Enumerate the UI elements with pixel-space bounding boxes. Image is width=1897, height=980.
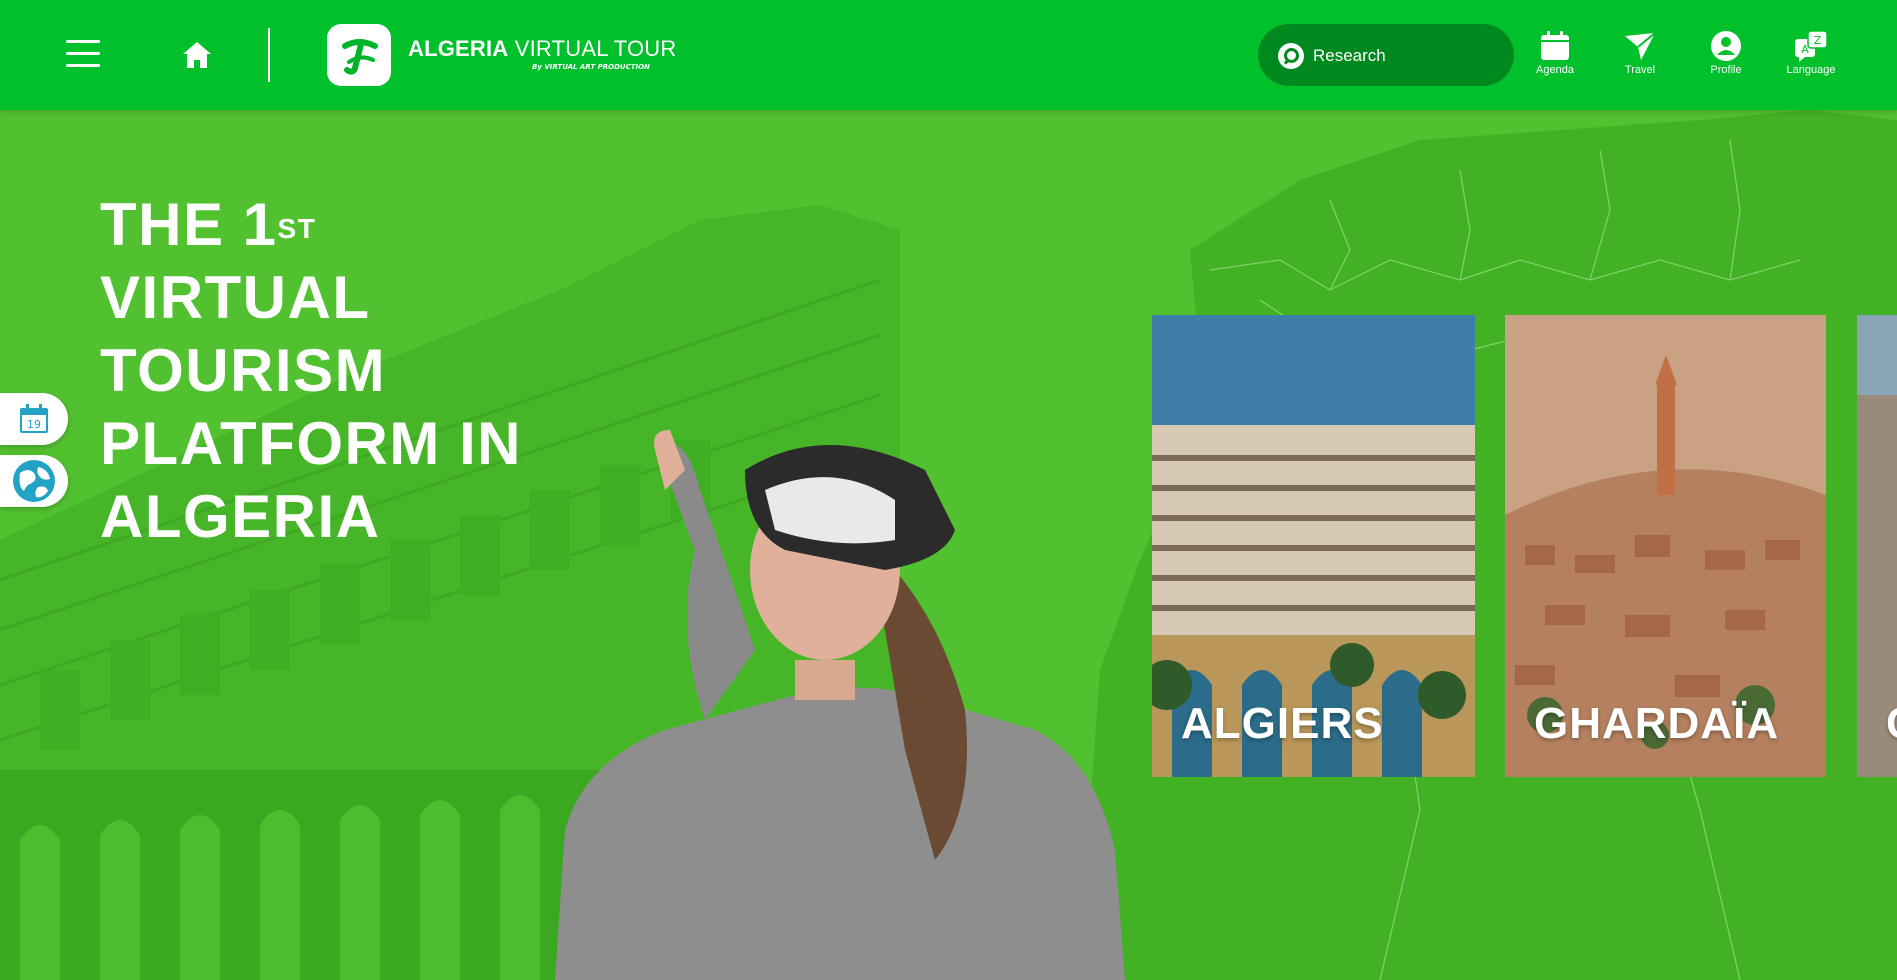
- city-card-algiers[interactable]: ALGIERS: [1152, 315, 1475, 777]
- search-icon[interactable]: [1278, 43, 1304, 69]
- svg-text:A: A: [1801, 43, 1809, 56]
- nav-travel[interactable]: Travel: [1600, 30, 1680, 76]
- logo-byline: By VIRTUAL ART PRODUCTION: [532, 63, 650, 71]
- nav-agenda[interactable]: Agenda: [1515, 30, 1595, 76]
- header-divider: [268, 28, 270, 82]
- top-header: ALGERIA VIRTUAL TOUR By VIRTUAL ART PROD…: [0, 0, 1897, 110]
- logo-brand-rest: VIRTUAL TOUR: [508, 36, 677, 61]
- city-name: ALGIERS: [1181, 699, 1384, 748]
- hamburger-menu-icon[interactable]: [66, 40, 100, 70]
- search-input[interactable]: Research: [1258, 24, 1514, 86]
- hero-title: THE 1ST VIRTUAL TOURISM PLATFORM IN ALGERIA: [100, 188, 522, 553]
- woman-vr-headset-image: [555, 430, 1125, 980]
- svg-text:Z: Z: [1814, 34, 1822, 47]
- city-name: GHARDAÏA: [1534, 699, 1780, 748]
- nav-label: Language: [1786, 64, 1836, 76]
- hero-title-line4: PLATFORM IN: [100, 410, 522, 477]
- hero-title-line5: ALGERIA: [100, 483, 381, 550]
- nav-label: Travel: [1624, 64, 1656, 76]
- side-map-tab[interactable]: [0, 455, 68, 507]
- user-icon: [1711, 31, 1741, 61]
- city-name: C: [1886, 699, 1897, 749]
- calendar-icon: [1541, 31, 1569, 60]
- calendar-day: 19: [27, 418, 41, 431]
- hero-title-line3: TOURISM: [100, 337, 387, 404]
- side-agenda-tab[interactable]: 19: [0, 393, 68, 445]
- hero-title-line1: THE 1: [100, 191, 278, 258]
- logo-icon[interactable]: [327, 24, 391, 86]
- hero-title-superscript: ST: [277, 213, 317, 244]
- hero-section: THE 1ST VIRTUAL TOURISM PLATFORM IN ALGERIA …: [0, 110, 1897, 980]
- city-card-partial[interactable]: C: [1857, 315, 1897, 777]
- logo-title[interactable]: ALGERIA VIRTUAL TOUR: [408, 36, 676, 62]
- nav-profile[interactable]: Profile: [1686, 30, 1766, 76]
- nav-label: Agenda: [1536, 64, 1574, 76]
- nav-label: Profile: [1710, 64, 1742, 76]
- city-card-ghardaia[interactable]: GHARDAÏA: [1505, 315, 1826, 777]
- search-placeholder: Research: [1313, 46, 1386, 65]
- translate-icon: Z A: [1795, 30, 1828, 62]
- nav-language[interactable]: Z A Language: [1771, 30, 1851, 76]
- home-icon[interactable]: [181, 39, 213, 71]
- paper-plane-icon: [1625, 32, 1656, 60]
- globe-icon: [13, 460, 55, 502]
- logo-brand-bold: ALGERIA: [408, 36, 509, 61]
- hero-title-line2: VIRTUAL: [100, 264, 371, 331]
- calendar-icon: 19: [20, 404, 48, 433]
